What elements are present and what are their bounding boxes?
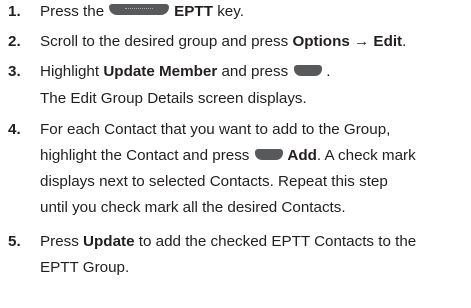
step-text-line-3: displays next to selected Contacts. Repe… bbox=[40, 173, 388, 190]
step-text: Press the EPTT key. bbox=[40, 3, 244, 20]
instruction-steps: 1. Press the EPTT key. 2. Scroll to the d… bbox=[0, 0, 471, 308]
ptt-key-icon bbox=[109, 4, 170, 15]
step-text-line-1: For each Contact that you want to add to… bbox=[40, 121, 391, 138]
step-number: 4. bbox=[8, 121, 21, 138]
step-text-line-2: EPTT Group. bbox=[40, 259, 130, 276]
key-name: EPTT bbox=[174, 3, 213, 20]
step-text-line-4: until you check mark all the desired Con… bbox=[40, 199, 346, 216]
step-number: 2. bbox=[8, 33, 21, 50]
step-text-line-2: highlight the Contact and press Add. A ch… bbox=[40, 147, 416, 164]
select-key-icon bbox=[294, 65, 323, 76]
step-result-text: The Edit Group Details screen displays. bbox=[40, 90, 307, 107]
step-number: 1. bbox=[8, 3, 21, 20]
select-key-icon bbox=[255, 149, 284, 160]
step-text: Highlight Update Member and press. bbox=[40, 63, 331, 80]
step-number: 5. bbox=[8, 233, 21, 250]
step-number: 3. bbox=[8, 63, 21, 80]
step-text: Scroll to the desired group and press Op… bbox=[40, 33, 407, 50]
step-text: Press Update to add the checked EPTT Con… bbox=[40, 233, 417, 250]
